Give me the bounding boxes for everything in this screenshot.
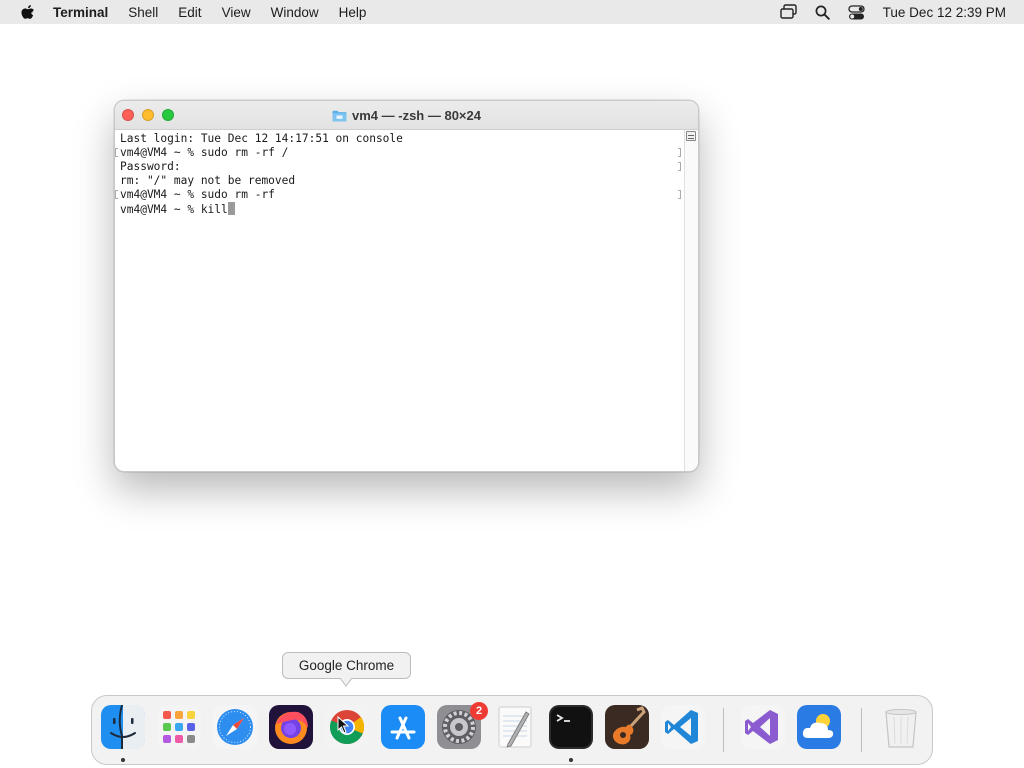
control-center-icon[interactable] [847,2,867,22]
dock-separator [723,708,724,752]
terminal-line: Password: [120,160,181,173]
menu-bar: Terminal Shell Edit View Window Help Tue… [0,0,1024,24]
command-mark [115,190,118,199]
menu-edit[interactable]: Edit [178,5,201,20]
terminal-line: vm4@VM4 ~ % sudo rm -rf / [120,146,289,159]
safari-icon [213,705,257,749]
dock-terminal[interactable] [548,704,594,750]
dock-launchpad[interactable] [156,704,202,750]
menu-app-terminal[interactable]: Terminal [53,5,108,20]
menu-shell[interactable]: Shell [128,5,158,20]
apple-menu-icon[interactable] [13,4,41,21]
dock-safari[interactable] [212,704,258,750]
guitar-icon [605,705,649,749]
running-indicator [569,758,573,762]
window-title-text: vm4 — -zsh — 80×24 [352,108,481,123]
folder-icon [332,110,347,122]
dock-visual-studio[interactable] [740,704,786,750]
search-icon[interactable] [813,2,833,22]
dock-trash[interactable] [878,704,924,750]
dock-textedit[interactable] [492,704,538,750]
dock-app-store[interactable] [380,704,426,750]
notification-badge: 2 [470,702,488,720]
command-mark [678,190,681,199]
menu-help[interactable]: Help [339,5,367,20]
vscode-icon [661,705,705,749]
text-cursor [227,202,235,215]
terminal-line: Last login: Tue Dec 12 14:17:51 on conso… [120,132,403,145]
terminal-content[interactable]: Last login: Tue Dec 12 14:17:51 on conso… [115,130,684,471]
weather-icon [797,705,841,749]
running-indicator [121,758,125,762]
window-titlebar[interactable]: vm4 — -zsh — 80×24 [115,101,698,130]
screen-mirroring-icon[interactable] [779,2,799,22]
command-mark [678,148,681,157]
terminal-line: vm4@VM4 ~ % sudo rm -rf [120,188,275,201]
scrollbar[interactable] [684,130,698,471]
mouse-pointer-icon [337,716,349,734]
menu-view[interactable]: View [222,5,251,20]
dock: 2 [91,695,933,765]
terminal-prompt-line: vm4@VM4 ~ % kill [120,202,679,216]
tooltip-text: Google Chrome [298,658,395,673]
firefox-icon [269,705,313,749]
command-mark [115,148,118,157]
dock-finder[interactable] [100,704,146,750]
trash-icon [885,709,917,748]
split-pane-icon[interactable] [686,131,696,141]
menu-clock[interactable]: Tue Dec 12 2:39 PM [883,5,1006,20]
dock-garageband[interactable] [604,704,650,750]
terminal-current-command: vm4@VM4 ~ % kill [120,203,228,216]
terminal-line: rm: "/" may not be removed [120,174,296,187]
window-title: vm4 — -zsh — 80×24 [115,101,698,130]
command-mark [678,162,681,171]
textedit-icon [498,706,532,748]
dock-weather[interactable] [796,704,842,750]
terminal-window: vm4 — -zsh — 80×24 Last login: Tue Dec 1… [114,100,699,472]
finder-icon [101,705,145,749]
tooltip-arrow-icon [340,678,352,687]
dock-separator [861,708,862,752]
visual-studio-icon [741,705,785,749]
dock-vscode[interactable] [660,704,706,750]
launchpad-icon [157,705,201,749]
menu-window[interactable]: Window [271,5,319,20]
app-store-icon [381,705,425,749]
terminal-icon [549,705,593,749]
dock-tooltip: Google Chrome [282,652,411,679]
dock-firefox[interactable] [268,704,314,750]
